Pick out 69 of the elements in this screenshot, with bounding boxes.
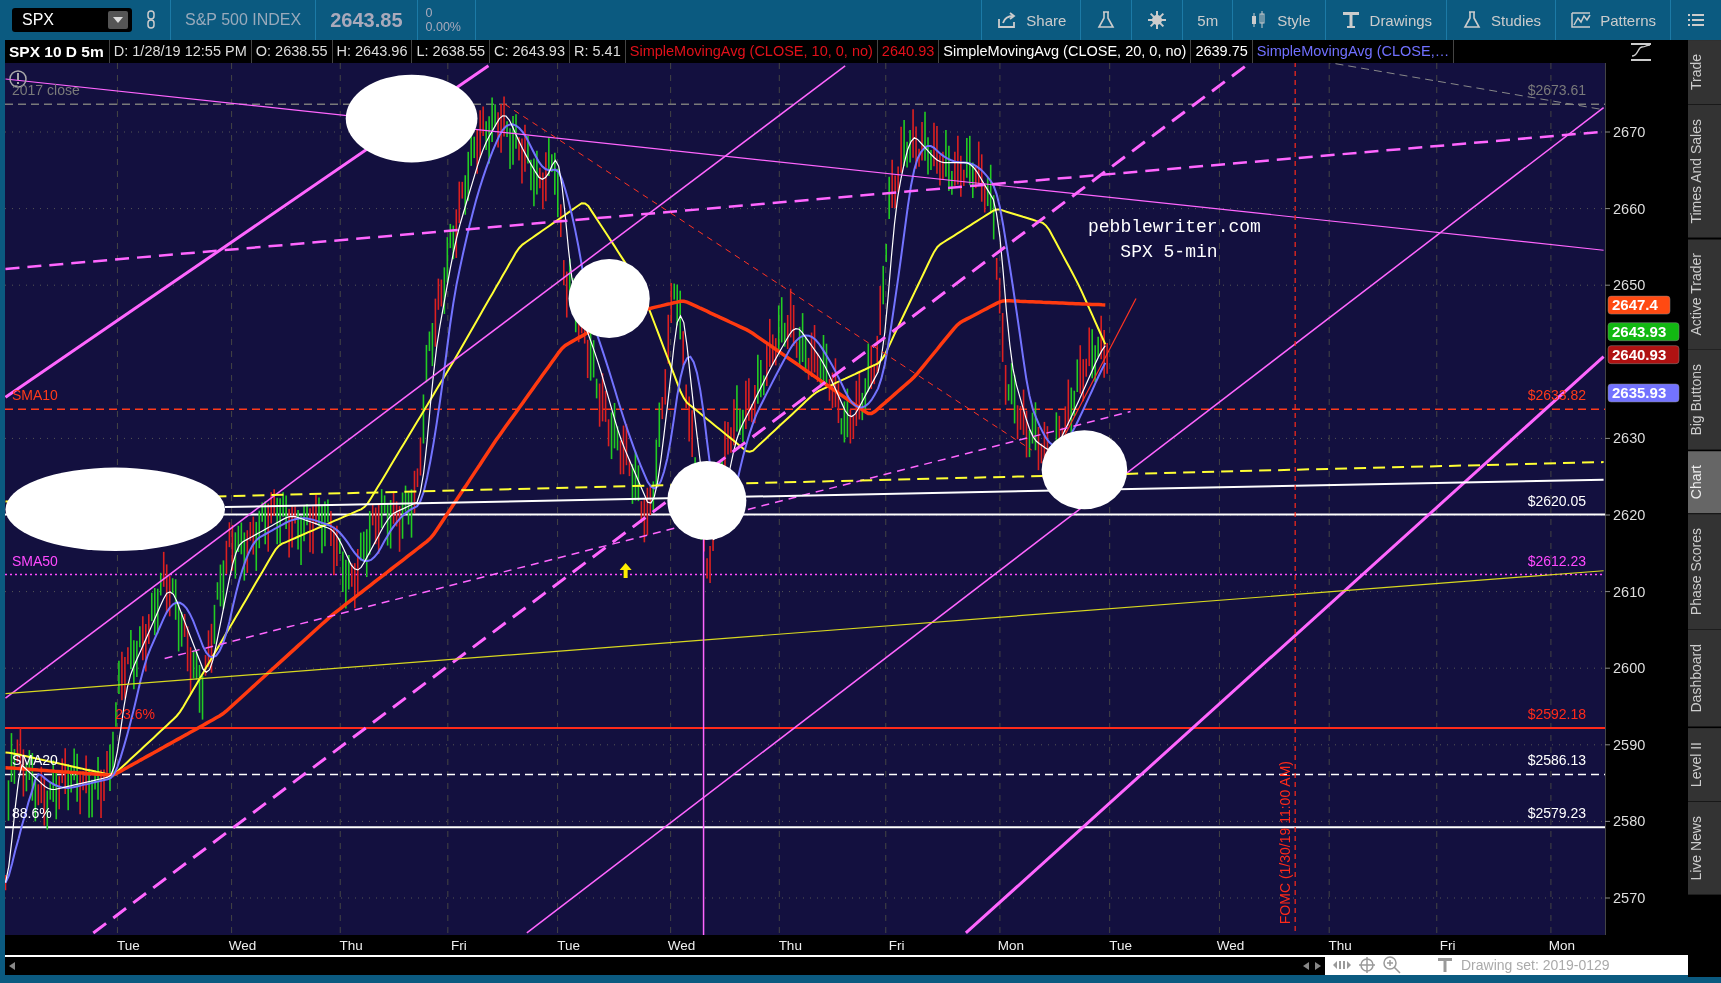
time-axis-label: Thu (778, 938, 802, 953)
price-axis-label: 2660 (1613, 200, 1646, 217)
watermark-text: pebblewriter.com (1088, 216, 1261, 237)
price-axis-label: 2590 (1613, 736, 1646, 753)
sidebar-tab[interactable]: Dashboard (1688, 630, 1721, 727)
time-axis-label: Fri (888, 938, 905, 953)
level-price: $2612.23 (1527, 552, 1587, 569)
up-arrow-icon (619, 563, 632, 579)
symbol-field[interactable]: SPX (12, 8, 132, 32)
sidebar-tab[interactable]: Live News (1688, 801, 1721, 895)
link-icon[interactable] (146, 10, 158, 30)
time-axis-label: Mon (1548, 938, 1575, 953)
sidebar-tab[interactable]: Phase Scores (1688, 513, 1721, 630)
price-badge-text: 2643.93 (1612, 322, 1667, 340)
time-axis-label: Tue (117, 938, 140, 953)
time-axis-label: Tue (557, 938, 580, 953)
time-axis-label: Thu (1328, 938, 1352, 953)
level-price: $2620.05 (1527, 492, 1587, 509)
price-badge-text: 2635.93 (1612, 384, 1667, 401)
time-axis-label: Wed (228, 938, 257, 953)
last-price: 2643.85 (330, 8, 403, 32)
expand-icon[interactable] (1333, 959, 1351, 971)
time-axis-label: Tue (1109, 938, 1133, 953)
level-price: $2579.23 (1527, 805, 1587, 822)
time-axis-label: Fri (1439, 938, 1456, 953)
event-label: FOMC (1/30/19 11:00 AM) (1276, 761, 1293, 925)
price-badge-text: 2640.93 (1612, 345, 1667, 363)
price-axis-label: 2670 (1613, 124, 1646, 140)
level-label: 2017 close (12, 82, 80, 99)
time-axis-label: Wed (667, 938, 696, 953)
sidebar-tab[interactable]: Big Buttons (1688, 350, 1721, 450)
net-change: 0 (425, 6, 433, 20)
chart-title: SPX 10 D 5m (8, 42, 105, 61)
level-price: $2673.61 (1527, 82, 1587, 99)
price-axis-label: 2620 (1613, 507, 1646, 523)
level-price: $2592.18 (1527, 706, 1587, 723)
dropdown-caret-icon (108, 11, 128, 29)
sidebar-tab[interactable]: Level II (1688, 727, 1721, 801)
price-badge-text: 2647.4 (1612, 296, 1658, 314)
symbol-description: S&P 500 INDEX (185, 11, 302, 29)
sidebar-tab[interactable]: Active Trader (1688, 238, 1721, 350)
time-axis-label: Fri (450, 938, 467, 953)
price-axis-label: 2630 (1613, 430, 1646, 447)
watermark-text: SPX 5-min (1120, 241, 1218, 262)
pattern-icon (1570, 10, 1593, 30)
horizontal-scrollbar[interactable] (5, 955, 1325, 975)
price-axis-label: 2580 (1613, 813, 1646, 830)
level-label: SMA50 (12, 552, 58, 569)
curve-icon[interactable] (1630, 41, 1652, 62)
crosshair-icon[interactable] (1359, 957, 1375, 973)
price-axis-label: 2570 (1613, 890, 1646, 906)
price-axis-label: 2610 (1613, 583, 1646, 600)
time-axis-label: Mon (997, 938, 1024, 953)
sidebar-tab[interactable]: Chart (1688, 450, 1721, 513)
percent-change: 0.00% (425, 20, 461, 34)
scroll-left-icon[interactable] (9, 962, 15, 970)
price-axis-label: 2650 (1613, 277, 1646, 294)
time-axis-label: Thu (339, 938, 363, 953)
settings-icon (1146, 10, 1169, 30)
level-label: SMA10 (12, 387, 58, 404)
scroll-left-icon[interactable] (1303, 962, 1309, 970)
sidebar-tab[interactable]: Trade (1688, 40, 1721, 105)
scroll-right-icon[interactable] (1315, 962, 1321, 970)
level-price: $2586.13 (1527, 752, 1587, 769)
price-axis-label: 2600 (1613, 660, 1646, 677)
text-tool-icon[interactable] (1437, 957, 1453, 973)
zoom-icon[interactable] (1383, 956, 1401, 974)
sidebar-tab[interactable]: Times And Sales (1688, 105, 1721, 238)
time-axis-label: Wed (1216, 938, 1245, 953)
